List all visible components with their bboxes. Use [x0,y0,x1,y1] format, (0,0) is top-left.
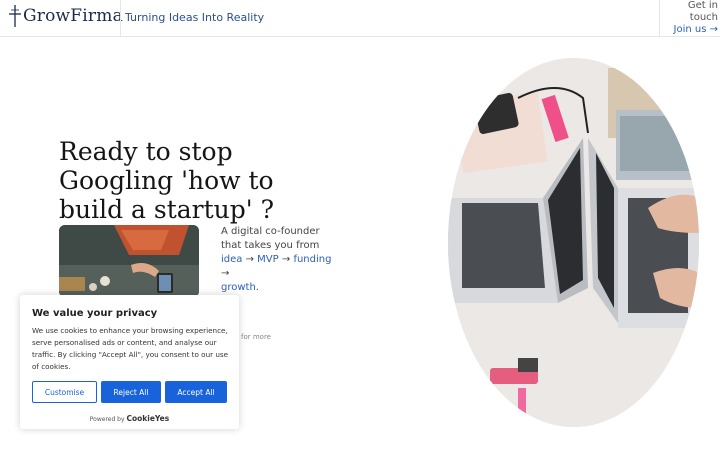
hero-photo-image [448,58,699,427]
idea-link[interactable]: idea [221,254,242,265]
period: . [255,282,259,293]
powered-by-label: Powered by [89,416,125,423]
growth-link[interactable]: growth [221,282,256,293]
cookieyes-logo[interactable]: CookieYes [126,414,169,423]
hero-thumbnail-image [59,225,199,297]
accept-all-button[interactable]: Accept All [165,381,227,403]
contact-cta[interactable]: Get in touch Join us → [660,0,720,36]
hero-description: A digital co-founder that takes you from… [221,225,341,295]
funding-link[interactable]: funding [293,254,331,265]
hero-headline: Ready to stop Googling 'how to build a s… [59,136,275,224]
arrow: → [281,254,291,265]
more-text: for more [241,333,271,341]
desc-intro: A digital co-founder that takes you from [221,226,320,251]
header-divider [120,0,121,36]
cta-get-in[interactable]: Get in [660,0,720,12]
top-bar: GrowFirma Turning Ideas Into Reality Get… [0,0,720,37]
logo-text: GrowFirma [23,6,123,26]
join-us-link[interactable]: Join us → [660,24,720,36]
mvp-link[interactable]: MVP [257,254,279,265]
cta-touch[interactable]: touch [660,12,720,24]
logo-mark-icon [9,5,21,27]
tagline: Turning Ideas Into Reality [125,11,265,24]
cookie-body-text: We use cookies to enhance your browsing … [32,326,229,371]
cookie-title: We value your privacy [32,308,158,319]
customise-button[interactable]: Customise [32,381,97,403]
reject-all-button[interactable]: Reject All [101,381,161,403]
arrow: → [221,268,230,279]
powered-by: Powered by CookieYes [20,414,239,423]
cookie-consent-banner: We value your privacy We use cookies to … [20,295,239,429]
logo[interactable]: GrowFirma [9,3,123,29]
arrow: → [245,254,254,265]
